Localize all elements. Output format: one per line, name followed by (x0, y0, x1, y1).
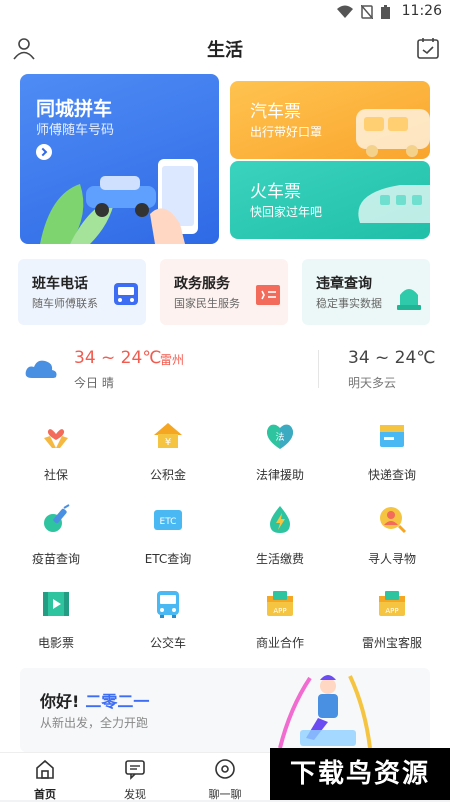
search-person-icon (380, 507, 407, 534)
wifi-icon (337, 5, 353, 18)
grid-item-find-people[interactable]: 寻人寻物 (336, 504, 448, 584)
status-bar: 11:26 (0, 0, 450, 24)
weather-city: 雷州 (160, 353, 185, 367)
government-service-title: 政务服务 (174, 276, 230, 292)
grid-label: 公积金 (149, 468, 186, 482)
book-icon (256, 285, 280, 305)
bus-icon (157, 591, 179, 618)
carpool-card[interactable]: 同城拼车 师傅随车号码 (20, 74, 219, 244)
grid-item-bus[interactable]: 公交车 (112, 588, 224, 668)
grid-item-express-query[interactable]: 快递查询 (336, 420, 448, 500)
bus-icon (114, 283, 138, 305)
new-year-banner[interactable]: 你好! 二零二一 从新出发，全力开跑 (20, 668, 430, 752)
tomorrow-temperature: 34 ~ 24℃ (348, 348, 436, 368)
app-box-icon: APP (379, 591, 405, 616)
grid-item-customer-service[interactable]: APP 雷州宝客服 (336, 588, 448, 668)
government-service-card[interactable]: 政务服务 国家民生服务 (160, 259, 288, 325)
cloud-icon (25, 360, 57, 378)
battery-icon (381, 5, 390, 19)
bus-ticket-title: 汽车票 (250, 102, 301, 122)
tab-chat[interactable]: 聊一聊 (180, 758, 270, 802)
status-icons (337, 5, 390, 19)
svg-text:法: 法 (275, 431, 284, 443)
grid-label: 商业合作 (255, 636, 304, 650)
film-icon (43, 592, 69, 616)
grid-item-housing-fund[interactable]: ¥ 公积金 (112, 420, 224, 500)
grid-label: 法律援助 (255, 468, 304, 482)
app-box-icon: APP (267, 591, 293, 616)
status-time: 11:26 (401, 3, 442, 19)
grid-item-vaccine-query[interactable]: 疫苗查询 (0, 504, 112, 584)
grid-item-social-security[interactable]: 社保 (0, 420, 112, 500)
train-illustration (358, 185, 430, 223)
watermark-logo: 下载鸟资源 (270, 748, 450, 800)
banner-year: 二零二一 (85, 692, 150, 711)
law-heart-icon: 法 (266, 424, 294, 449)
today-weather: 今日 晴 (74, 376, 114, 390)
grid-item-business-cooperation[interactable]: APP 商业合作 (224, 588, 336, 668)
violation-query-subtitle: 稳定事实数据 (316, 297, 382, 310)
banner-slogan: 从新出发，全力开跑 (40, 716, 149, 730)
grid-label: 快递查询 (367, 468, 416, 482)
grid-item-etc-query[interactable]: ETC ETC查询 (112, 504, 224, 584)
today-temperature: 34 ~ 24℃ (74, 348, 162, 368)
app-header: 生活 (0, 24, 450, 72)
bus-ticket-card[interactable]: 汽车票 出行带好口罩 (230, 81, 430, 159)
car-phone-illustration (40, 159, 198, 244)
no-sim-icon (361, 5, 373, 19)
syringe-icon (44, 504, 70, 532)
grid-label: 电影票 (37, 636, 74, 650)
grid-label: 社保 (43, 468, 68, 482)
banner-greeting: 你好! 二零二一 (40, 688, 149, 712)
grid-label: ETC查询 (144, 552, 192, 566)
grid-item-legal-aid[interactable]: 法 法律援助 (224, 420, 336, 500)
shuttle-phone-title: 班车电话 (32, 276, 88, 292)
shuttle-phone-card[interactable]: 班车电话 随车师傅联系 (18, 259, 146, 325)
grid-label: 公交车 (149, 636, 186, 650)
tab-discover[interactable]: 发现 (90, 758, 180, 802)
tomorrow-weather: 明天多云 (348, 376, 397, 390)
home-icon (36, 759, 54, 779)
lightning-drop-icon (270, 506, 290, 533)
train-ticket-card[interactable]: 火车票 快回家过年吧 (230, 161, 430, 239)
bus-ticket-subtitle: 出行带好口罩 (250, 125, 323, 139)
circle-dot-icon (215, 759, 235, 779)
chat-icon (125, 760, 145, 780)
shuttle-phone-subtitle: 随车师傅联系 (32, 297, 98, 310)
calendar-check-icon[interactable] (416, 36, 440, 60)
svg-text:ETC: ETC (160, 517, 177, 527)
violation-query-card[interactable]: 违章查询 稳定事实数据 (302, 259, 430, 325)
grid-label: 雷州宝客服 (361, 636, 422, 650)
svg-text:APP: APP (273, 607, 286, 615)
weather-divider (318, 350, 319, 388)
page-title: 生活 (207, 40, 243, 61)
svg-text:¥: ¥ (165, 437, 171, 448)
house-yuan-icon: ¥ (154, 423, 182, 448)
package-icon (380, 425, 404, 447)
grid-label: 生活缴费 (255, 552, 304, 566)
train-ticket-subtitle: 快回家过年吧 (250, 205, 323, 219)
banner-greeting-text: 你好! (40, 692, 80, 711)
grid-label: 疫苗查询 (31, 552, 80, 566)
main-content: 同城拼车 师傅随车号码 汽车票 出行带好口罩 火车票 快回家过年吧 班车电话 随… (0, 72, 450, 752)
siren-icon (397, 289, 421, 310)
bus-illustration (356, 109, 430, 157)
violation-query-title: 违章查询 (316, 276, 372, 292)
svg-text:APP: APP (385, 607, 398, 615)
grid-item-movie-ticket[interactable]: 电影票 (0, 588, 112, 668)
grid-label: 寻人寻物 (367, 552, 416, 566)
tab-home[interactable]: 首页 (0, 758, 90, 802)
weather-panel[interactable]: 34 ~ 24℃ 雷州 今日 晴 34 ~ 24℃ 明天多云 (0, 340, 450, 398)
etc-card-icon: ETC (154, 510, 182, 530)
train-ticket-title: 火车票 (250, 182, 301, 202)
grid-item-utility-payment[interactable]: 生活缴费 (224, 504, 336, 584)
running-person-illustration (278, 675, 372, 749)
heart-hands-icon (44, 429, 68, 448)
government-service-subtitle: 国家民生服务 (174, 297, 240, 310)
